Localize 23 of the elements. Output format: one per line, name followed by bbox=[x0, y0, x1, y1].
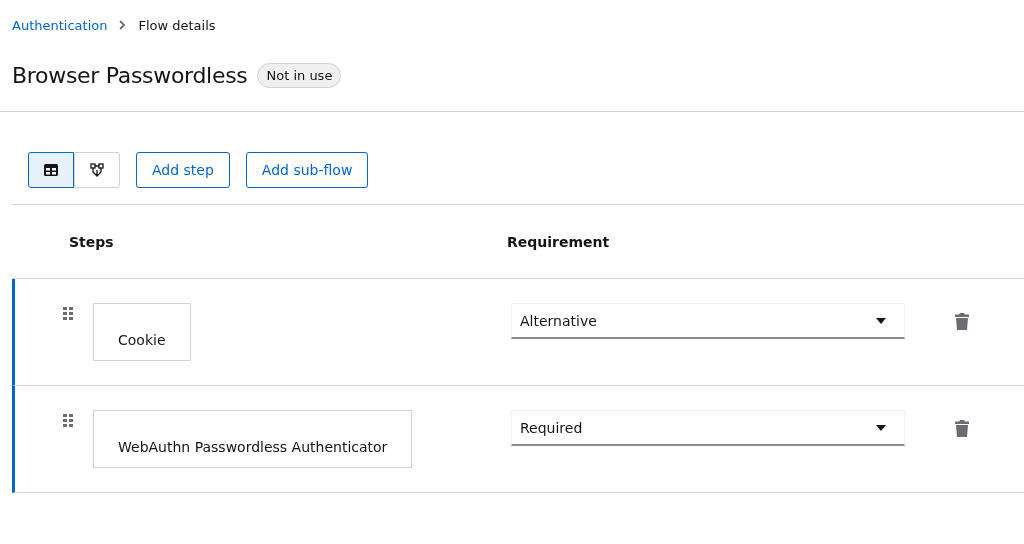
column-header: Requirement bbox=[507, 233, 610, 250]
column-header: Steps bbox=[69, 233, 115, 250]
diagram-icon bbox=[90, 163, 104, 177]
step-name: WebAuthn Passwordless Authenticator bbox=[93, 410, 413, 468]
caret-icon bbox=[876, 424, 886, 431]
page-title: Browser Passwordless bbox=[12, 62, 248, 88]
caret-icon bbox=[876, 317, 886, 324]
breadcrumb-current: Flow details bbox=[138, 17, 216, 33]
table-view-button[interactable] bbox=[28, 152, 74, 188]
requirement-select[interactable]: Alternative bbox=[511, 303, 905, 339]
chevron-right-icon bbox=[119, 20, 127, 30]
step-name: Cookie bbox=[93, 303, 191, 361]
diagram-view-button[interactable] bbox=[74, 152, 120, 188]
drag-handle-icon[interactable] bbox=[63, 414, 73, 428]
add-sub-flow-button[interactable]: Add sub-flow bbox=[245, 152, 369, 188]
trash-icon[interactable] bbox=[955, 313, 969, 330]
breadcrumb-link[interactable]: Authentication bbox=[12, 17, 108, 33]
table-icon bbox=[44, 164, 58, 176]
status-badge: Not in use bbox=[257, 62, 342, 88]
add-step-button[interactable]: Add step bbox=[136, 152, 230, 188]
drag-handle-icon[interactable] bbox=[63, 307, 73, 321]
requirement-select[interactable]: Required bbox=[511, 410, 905, 446]
trash-icon[interactable] bbox=[955, 420, 969, 437]
